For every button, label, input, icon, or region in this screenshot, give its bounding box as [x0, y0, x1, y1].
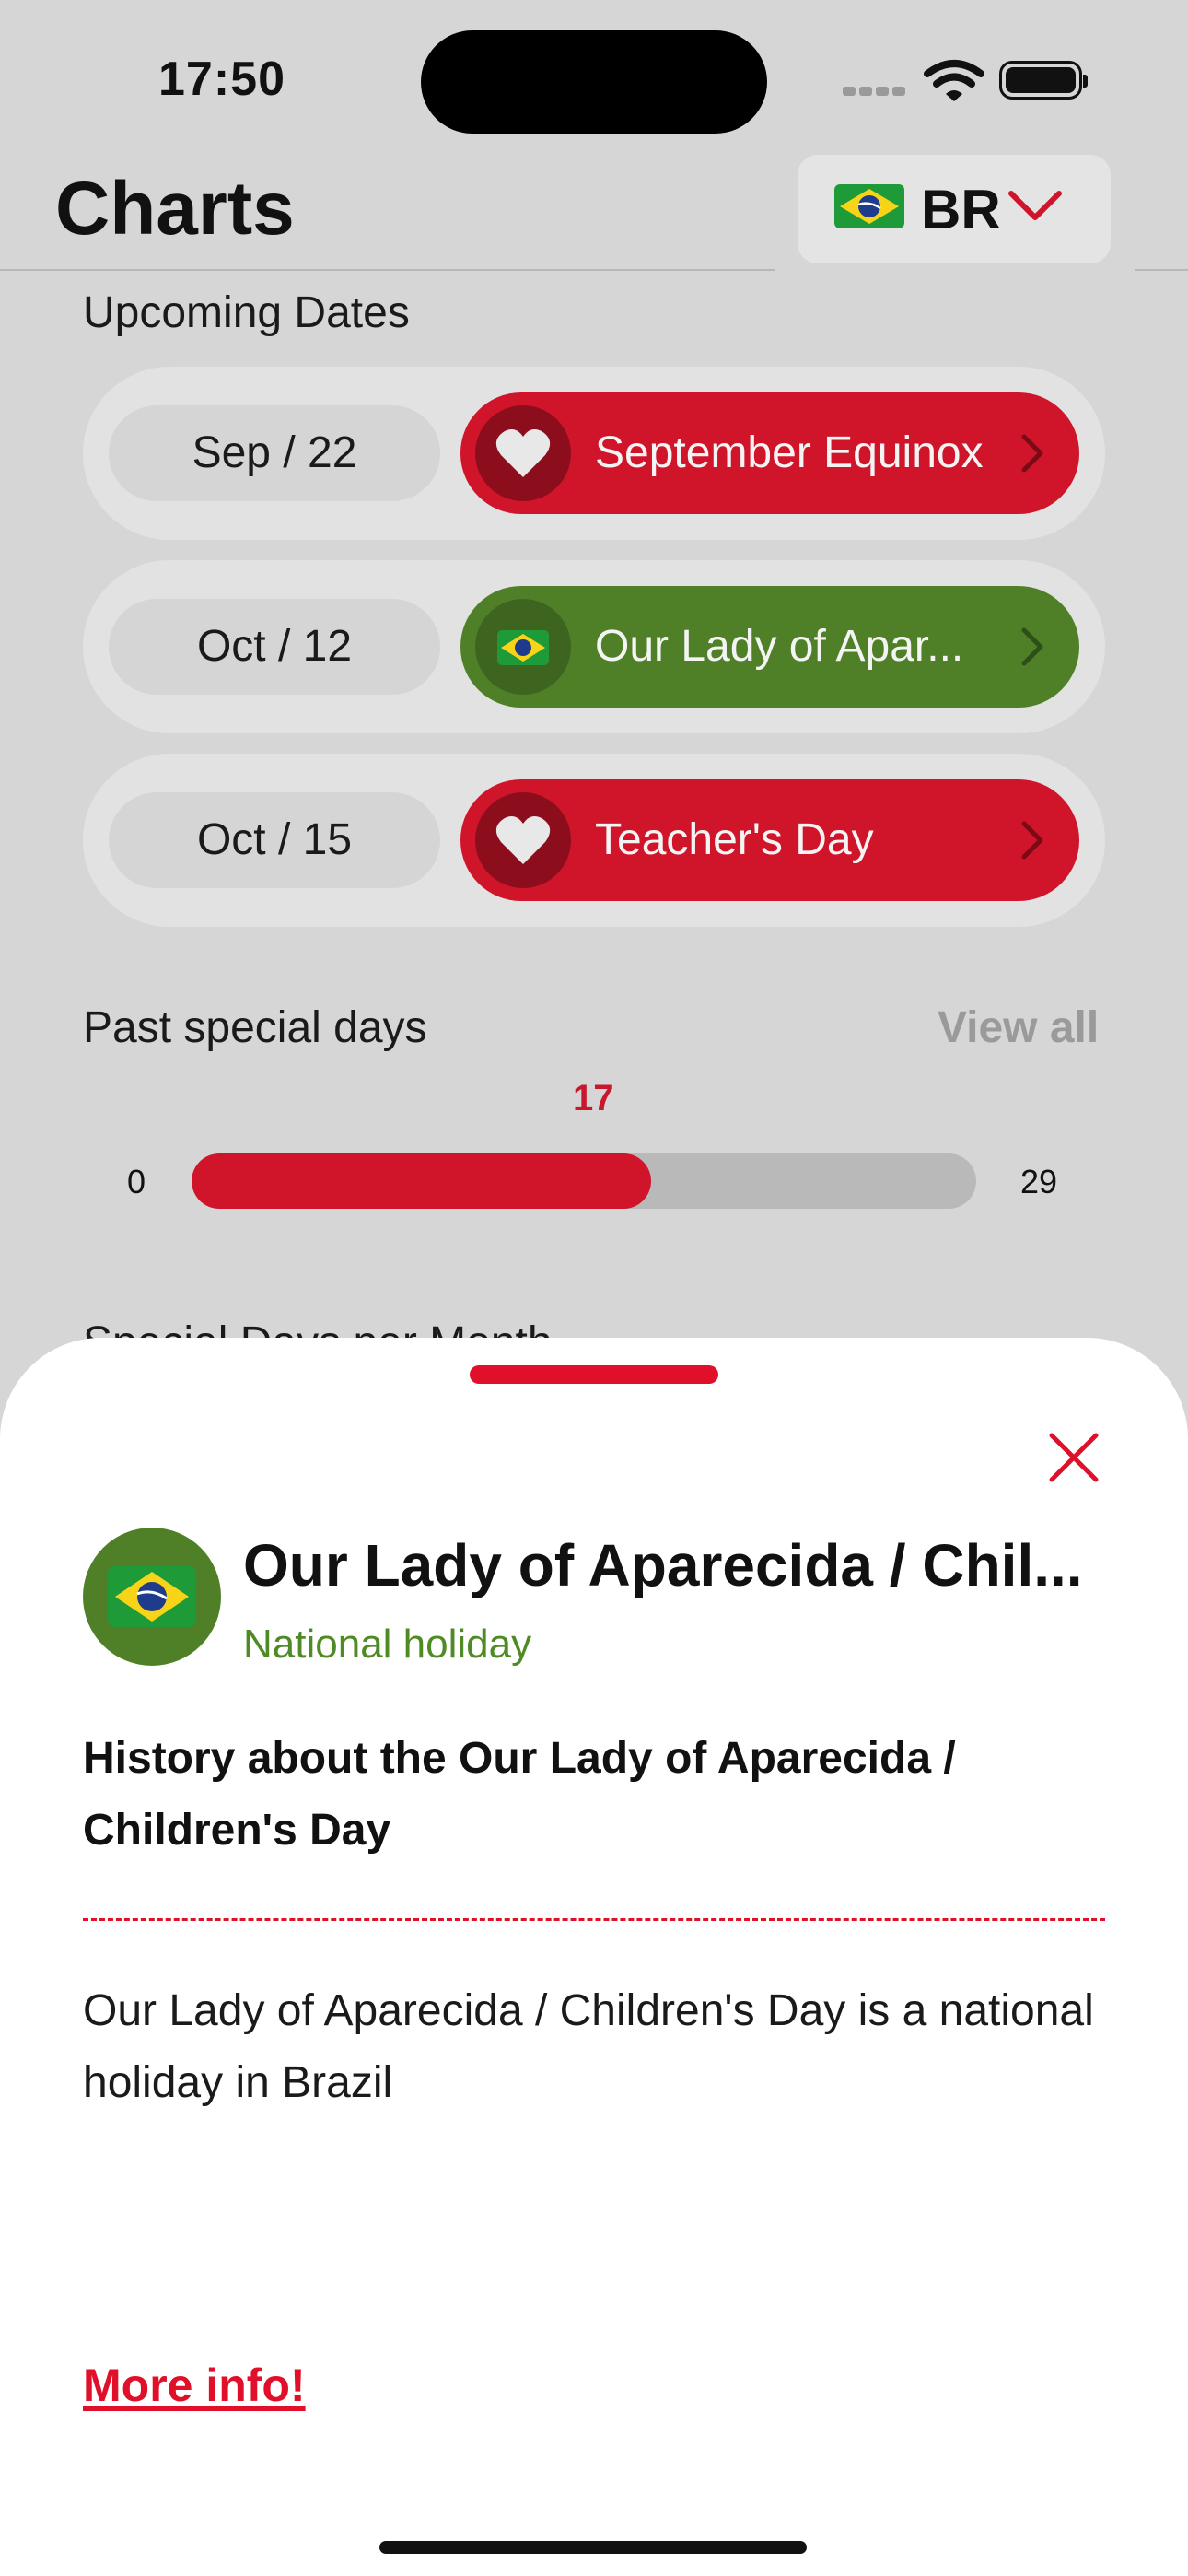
holiday-title: Our Lady of Aparecida / Chil...	[243, 1532, 1083, 1598]
home-indicator	[379, 2541, 807, 2554]
close-icon[interactable]	[1044, 1428, 1103, 1487]
progress-fill	[192, 1153, 652, 1209]
status-time: 17:50	[158, 53, 285, 106]
upcoming-item: Oct / 15 Teacher's Day	[83, 754, 1105, 927]
event-button-september-equinox[interactable]: September Equinox	[460, 392, 1079, 514]
heart-icon	[475, 405, 571, 501]
event-name: September Equinox	[595, 428, 984, 477]
event-button-our-lady-of-aparecida[interactable]: Our Lady of Apar...	[460, 586, 1079, 708]
chevron-right-icon	[1021, 627, 1043, 666]
upcoming-dates-title: Upcoming Dates	[83, 288, 410, 337]
dynamic-island	[421, 30, 767, 134]
header-divider	[0, 269, 775, 271]
country-selector-button[interactable]: BR	[798, 155, 1111, 263]
date-pill: Sep / 22	[109, 405, 440, 501]
chevron-down-icon	[1008, 191, 1062, 220]
view-all-link[interactable]: View all	[938, 1002, 1099, 1053]
progress-min: 0	[127, 1163, 146, 1200]
upcoming-item: Sep / 22 September Equinox	[83, 367, 1105, 540]
battery-icon	[999, 61, 1088, 100]
chevron-right-icon	[1021, 821, 1043, 860]
progress-max: 29	[1020, 1163, 1058, 1200]
progress-value: 17	[573, 1078, 614, 1118]
history-heading: History about the Our Lady of Aparecida …	[83, 1734, 956, 1855]
chevron-right-icon	[1021, 434, 1043, 473]
upcoming-item: Oct / 12 Our Lady of Apar...	[83, 560, 1105, 733]
date-pill: Oct / 12	[109, 599, 440, 695]
event-name: Teacher's Day	[595, 815, 874, 864]
past-special-days-title: Past special days	[83, 1003, 427, 1052]
brazil-flag-icon	[475, 599, 571, 695]
country-code: BR	[921, 179, 1001, 240]
holiday-detail-sheet: Our Lady of Aparecida / Chil... National…	[0, 1338, 1188, 2576]
brazil-flag-icon	[83, 1528, 221, 1666]
progress-track	[192, 1153, 976, 1209]
page-title: Charts	[55, 167, 295, 251]
dashed-divider	[83, 1918, 1105, 1921]
event-button-teachers-day[interactable]: Teacher's Day	[460, 779, 1079, 901]
heart-icon	[475, 792, 571, 888]
header-divider	[1135, 269, 1188, 271]
history-body: Our Lady of Aparecida / Children's Day i…	[83, 1986, 1094, 2107]
brazil-flag-icon	[834, 184, 904, 228]
wifi-icon	[924, 60, 984, 101]
sheet-grabber[interactable]	[470, 1365, 718, 1384]
event-name: Our Lady of Apar...	[595, 622, 964, 671]
date-pill: Oct / 15	[109, 792, 440, 888]
cellular-signal-icon	[843, 87, 905, 96]
more-info-link[interactable]: More info!	[83, 2359, 306, 2412]
holiday-type: National holiday	[243, 1622, 532, 1667]
